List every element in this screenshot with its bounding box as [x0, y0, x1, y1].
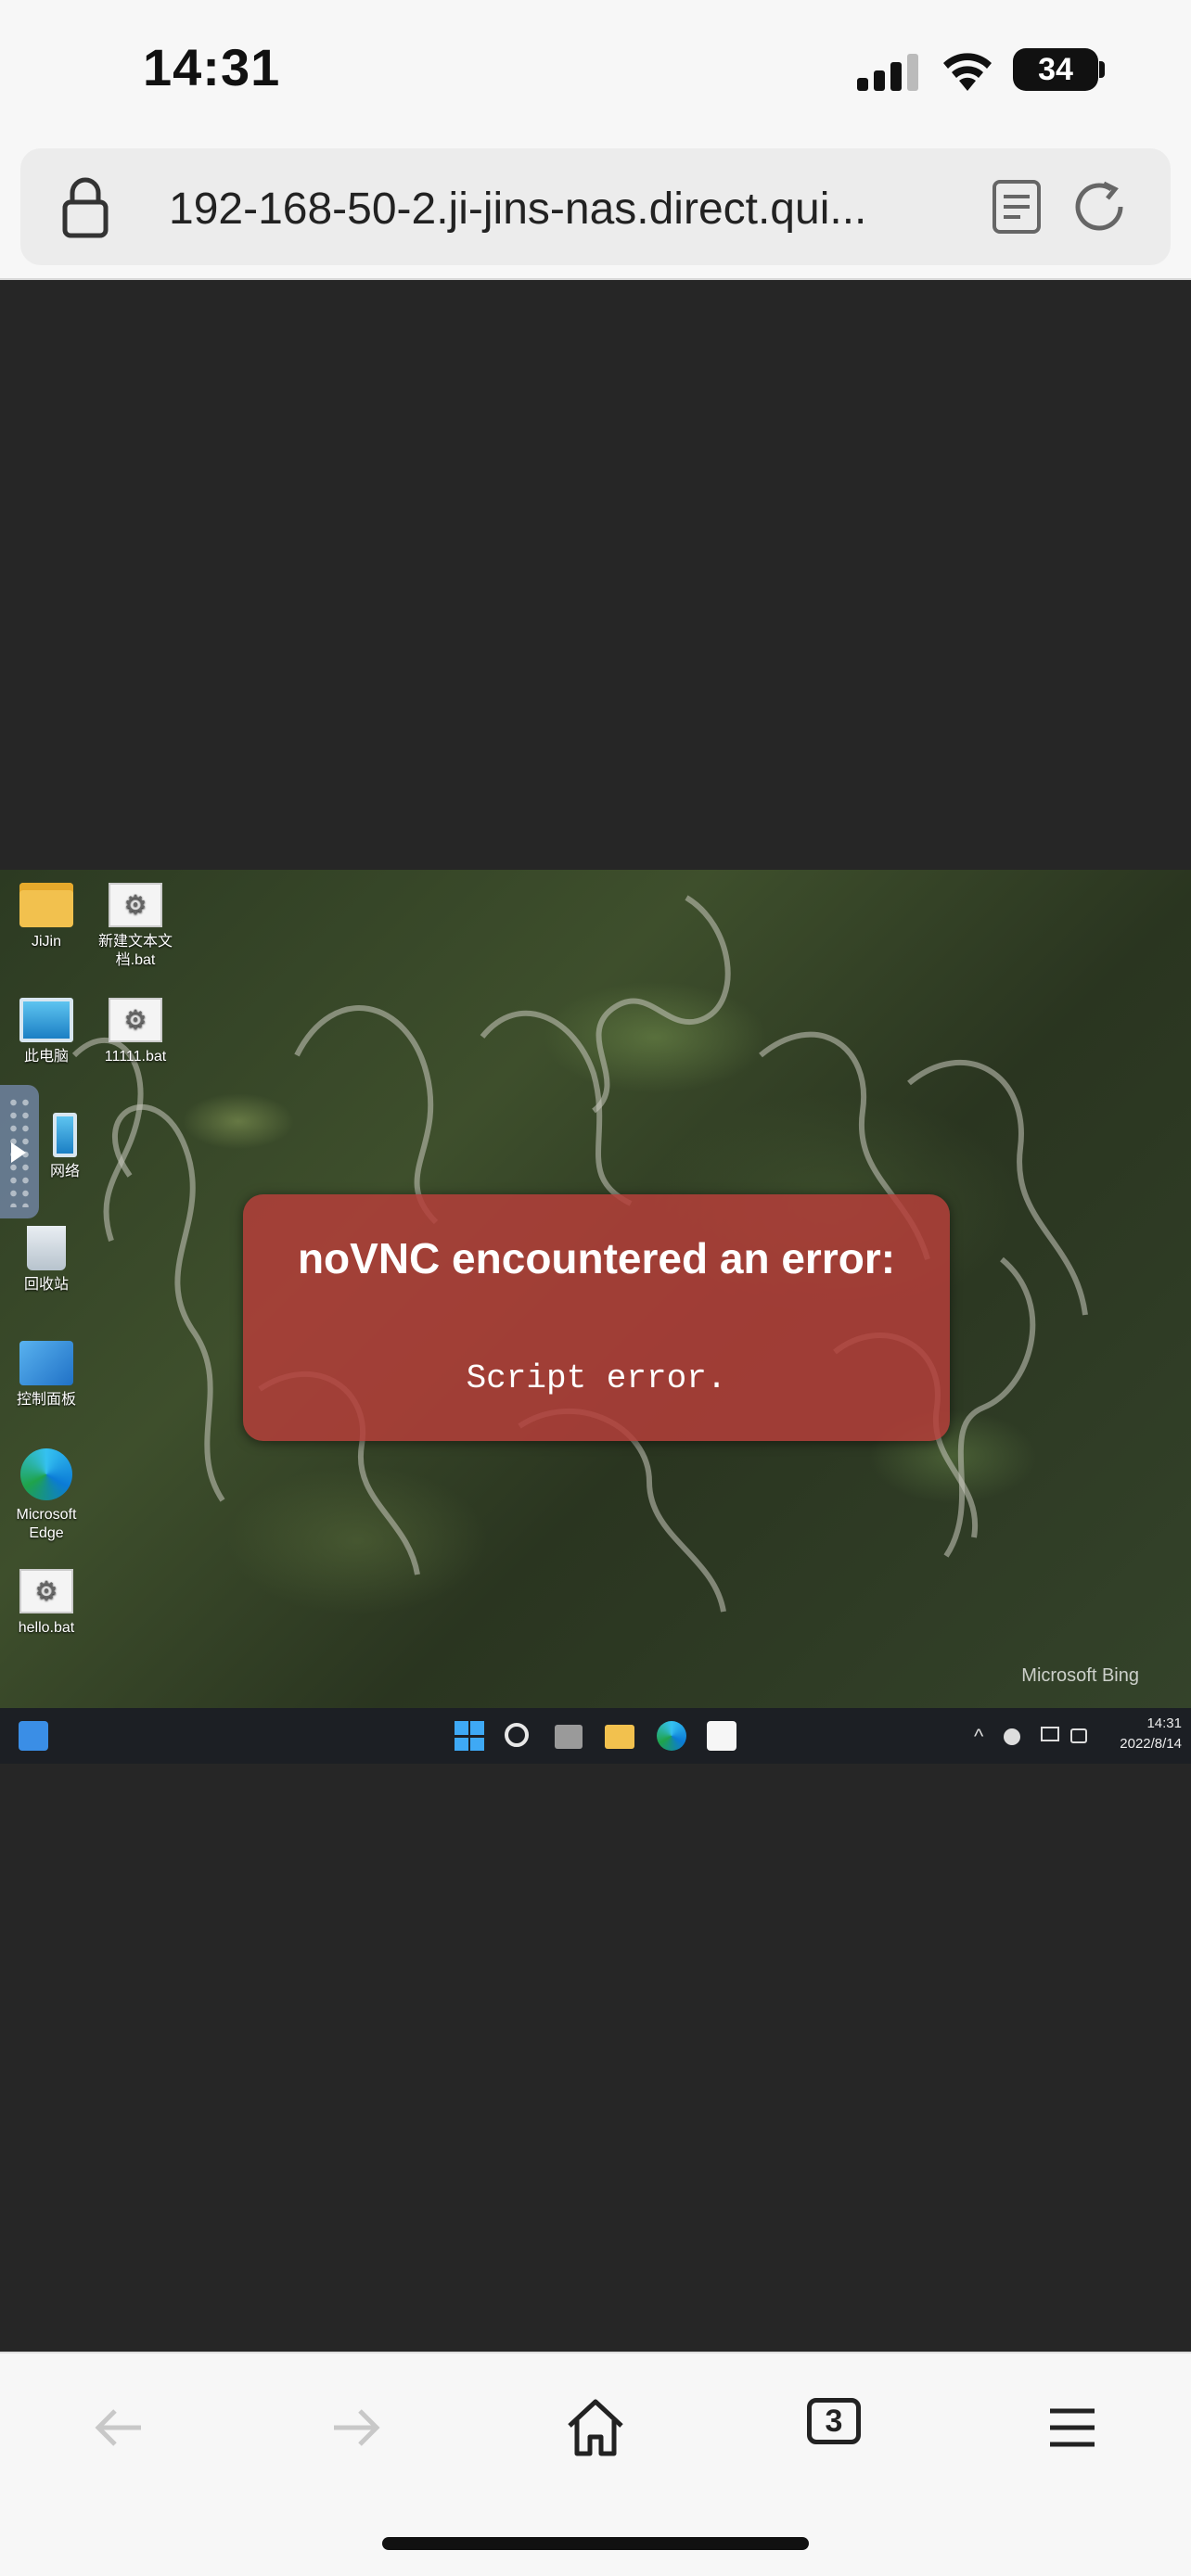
- file-explorer-icon[interactable]: [605, 1725, 634, 1749]
- desktop-icon-label: Microsoft Edge: [16, 1507, 77, 1541]
- desktop-icon-network[interactable]: 网络: [0, 1113, 93, 1181]
- batch-file-icon: ⚙: [109, 998, 162, 1042]
- desktop-icon-label: 控制面板: [16, 1392, 76, 1408]
- reader-mode-icon[interactable]: [991, 178, 1043, 236]
- battery-icon: 34: [1013, 48, 1098, 91]
- volume-tray-icon[interactable]: [1070, 1728, 1087, 1743]
- novnc-error-dialog: noVNC encountered an error: Script error…: [243, 1194, 950, 1441]
- address-bar[interactable]: 192-168-50-2.ji-jins-nas.direct.qui...: [20, 148, 1171, 265]
- tabs-button[interactable]: 3: [807, 2398, 861, 2444]
- home-indicator: [382, 2537, 809, 2550]
- task-view-icon[interactable]: [555, 1725, 583, 1749]
- desktop-icon-label: 此电脑: [23, 1049, 69, 1065]
- windows-taskbar: ^ 14:31 2022/8/14: [0, 1708, 1191, 1764]
- widgets-icon[interactable]: [19, 1721, 48, 1751]
- desktop-icon-label: 网络: [49, 1164, 80, 1180]
- tray-app-icon[interactable]: [1004, 1728, 1020, 1745]
- edge-taskbar-icon[interactable]: [657, 1721, 686, 1751]
- cellular-signal-icon: [857, 52, 918, 91]
- desktop-icon-this-pc[interactable]: 此电脑: [0, 998, 93, 1066]
- desktop-icon-label: 新建文本文档.bat: [97, 934, 173, 968]
- bing-watermark: Microsoft Bing: [1021, 1665, 1139, 1686]
- lock-icon: [62, 177, 109, 238]
- battery-nub: [1099, 61, 1105, 78]
- desktop-icon-new-text-bat[interactable]: ⚙ 新建文本文档.bat: [89, 883, 182, 970]
- control-panel-icon: [19, 1341, 73, 1385]
- desktop-icon-control-panel[interactable]: 控制面板: [0, 1341, 93, 1409]
- search-icon[interactable]: [505, 1723, 529, 1747]
- forward-arrow-icon[interactable]: [319, 2391, 393, 2465]
- url-text[interactable]: 192-168-50-2.ji-jins-nas.direct.qui...: [169, 184, 967, 235]
- wifi-icon: [943, 53, 992, 91]
- clock-date: 2022/8/14: [1120, 1736, 1182, 1752]
- reload-icon[interactable]: [1070, 178, 1128, 236]
- home-icon[interactable]: [558, 2391, 633, 2465]
- windows-start-icon[interactable]: [455, 1721, 484, 1751]
- desktop-icon-label: 11111.bat: [104, 1049, 167, 1065]
- desktop-icon-label: 回收站: [23, 1277, 69, 1293]
- error-message: Script error.: [466, 1359, 727, 1397]
- taskbar-clock[interactable]: 14:31 2022/8/14: [1106, 1714, 1182, 1754]
- desktop-icon-recycle-bin[interactable]: 回收站: [0, 1226, 93, 1294]
- batch-file-icon: ⚙: [109, 883, 162, 927]
- desktop-icon-label: JiJin: [31, 934, 61, 950]
- status-bar: 14:31 34: [0, 0, 1191, 139]
- store-icon[interactable]: [707, 1721, 736, 1751]
- network-icon: [53, 1113, 77, 1157]
- batch-file-icon: ⚙: [19, 1569, 73, 1613]
- battery-level: 34: [1038, 51, 1073, 87]
- network-tray-icon[interactable]: [1041, 1727, 1059, 1741]
- desktop-icon-label: hello.bat: [18, 1620, 75, 1636]
- browser-address-bar-area: 192-168-50-2.ji-jins-nas.direct.qui...: [0, 139, 1191, 280]
- status-time: 14:31: [143, 38, 281, 96]
- back-arrow-icon[interactable]: [82, 2391, 156, 2465]
- desktop-icon-hello-bat[interactable]: ⚙ hello.bat: [0, 1569, 93, 1638]
- desktop-icon-11111-bat[interactable]: ⚙ 11111.bat: [89, 998, 182, 1066]
- desktop-icon-edge[interactable]: Microsoft Edge: [0, 1448, 93, 1543]
- desktop-icon-jijin[interactable]: JiJin: [0, 883, 93, 951]
- error-title: noVNC encountered an error:: [297, 1234, 896, 1282]
- clock-time: 14:31: [1146, 1715, 1182, 1731]
- edge-browser-icon: [20, 1448, 72, 1500]
- computer-icon: [19, 998, 73, 1042]
- recycle-bin-icon: [27, 1226, 66, 1270]
- folder-icon: [19, 883, 73, 927]
- tray-overflow-chevron-icon[interactable]: ^: [974, 1725, 983, 1749]
- menu-icon[interactable]: [1035, 2391, 1109, 2465]
